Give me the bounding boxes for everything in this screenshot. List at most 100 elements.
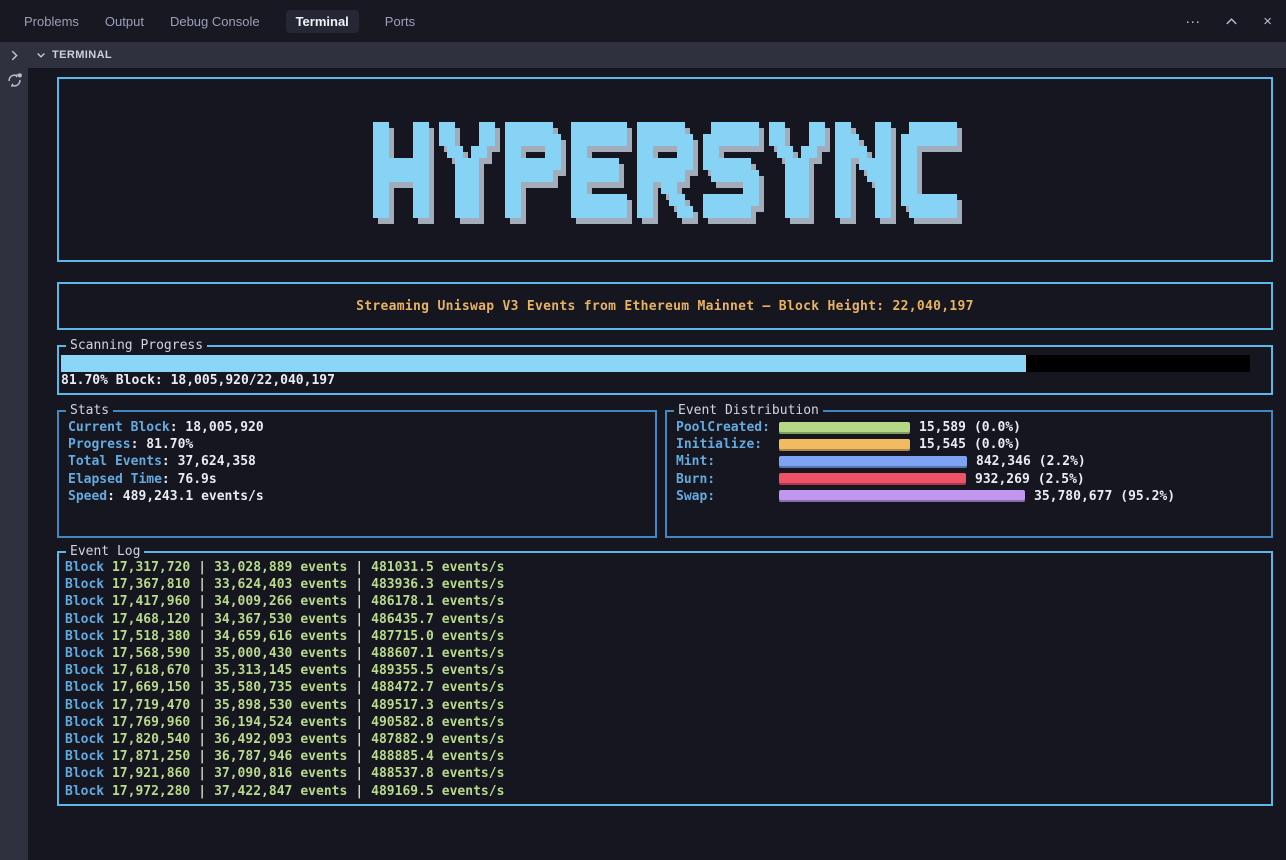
rate-suffix: events/s: [442, 698, 505, 713]
chevron-right-icon[interactable]: [7, 48, 21, 63]
more-actions-icon[interactable]: ···: [1185, 14, 1200, 29]
panel-title: Event Distribution: [674, 402, 823, 420]
event-percent: (0.0%): [974, 437, 1021, 452]
distribution-row: Mint: 842,346 (2.2%): [676, 453, 1263, 470]
events-count: 34,009,266: [214, 594, 292, 609]
event-percent: (0.0%): [974, 420, 1021, 435]
event-distribution-panel: Event Distribution PoolCreated: 15,589 (…: [665, 410, 1273, 538]
stat-value: 489,243.1 events/s: [107, 489, 264, 504]
events-count: 36,787,946: [214, 749, 292, 764]
block-number: 17,769,960: [112, 715, 190, 730]
stat-row: Elapsed Time76.9s: [68, 471, 647, 488]
panel-title: Stats: [66, 402, 113, 420]
separator: |: [198, 680, 206, 695]
rate-suffix: events/s: [442, 749, 505, 764]
rate-value: 487715.0: [371, 629, 434, 644]
close-panel-icon[interactable]: ×: [1263, 14, 1272, 29]
separator: |: [355, 629, 363, 644]
panel-tab[interactable]: Output: [105, 10, 144, 33]
separator: |: [355, 663, 363, 678]
panel-tab[interactable]: Ports: [385, 10, 415, 33]
hypersync-ascii-banner: [373, 122, 957, 218]
events-count: 35,580,735: [214, 680, 292, 695]
events-suffix: events: [300, 646, 347, 661]
block-label: Block: [65, 612, 112, 627]
block-label: Block: [65, 715, 112, 730]
stat-value: 37,624,358: [162, 454, 256, 469]
separator: |: [198, 560, 206, 575]
separator: |: [198, 594, 206, 609]
panel-tab[interactable]: Terminal: [286, 10, 359, 33]
rate-suffix: events/s: [442, 560, 505, 575]
events-suffix: events: [300, 698, 347, 713]
events-suffix: events: [300, 680, 347, 695]
events-suffix: events: [300, 577, 347, 592]
progress-bar-fill: [61, 355, 1026, 372]
event-log-rows: Block 17,317,720|33,028,889events|481031…: [65, 559, 1263, 800]
events-suffix: events: [300, 663, 347, 678]
sync-icon[interactable]: [6, 72, 23, 89]
events-suffix: events: [300, 784, 347, 799]
stat-row: Total Events37,624,358: [68, 453, 647, 470]
stream-subtitle: Streaming Uniswap V3 Events from Ethereu…: [356, 299, 974, 314]
stats-panel: Stats Current Block18,005,920 Progress81…: [57, 410, 657, 538]
event-log-row: Block 17,820,540|36,492,093events|487882…: [65, 731, 1263, 748]
terminal-viewport[interactable]: Streaming Uniswap V3 Events from Ethereu…: [28, 68, 1286, 860]
block-number: 17,618,670: [112, 663, 190, 678]
rate-suffix: events/s: [442, 732, 505, 747]
event-type-label: PoolCreated:: [676, 420, 779, 435]
event-count: 15,545: [919, 437, 966, 452]
separator: |: [198, 784, 206, 799]
block-label: Block: [65, 784, 112, 799]
rate-suffix: events/s: [442, 612, 505, 627]
rate-suffix: events/s: [442, 766, 505, 781]
distribution-bar: [779, 456, 967, 468]
events-count: 34,367,530: [214, 612, 292, 627]
terminal-section-label: TERMINAL: [52, 49, 112, 61]
events-count: 34,659,616: [214, 629, 292, 644]
distribution-row: Burn: 932,269 (2.5%): [676, 471, 1263, 488]
panel-tab[interactable]: Problems: [24, 10, 79, 33]
rate-suffix: events/s: [442, 715, 505, 730]
panel-controls: ··· ×: [1185, 14, 1272, 29]
rate-suffix: events/s: [442, 784, 505, 799]
block-number: 17,669,150: [112, 680, 190, 695]
rate-suffix: events/s: [442, 594, 505, 609]
events-count: 36,492,093: [214, 732, 292, 747]
block-number: 17,417,960: [112, 594, 190, 609]
maximize-panel-icon[interactable]: [1224, 14, 1239, 29]
separator: |: [355, 680, 363, 695]
stat-value: 81.70%: [131, 437, 194, 452]
panel-tabbar: Problems Output Debug Console Terminal P…: [0, 0, 1286, 42]
rate-suffix: events/s: [442, 680, 505, 695]
panel-title: Event Log: [66, 543, 144, 561]
separator: |: [355, 646, 363, 661]
chevron-down-icon: [35, 49, 47, 61]
event-type-label: Swap:: [676, 489, 779, 504]
panel-tab[interactable]: Debug Console: [170, 10, 260, 33]
event-log-row: Block 17,769,960|36,194,524events|490582…: [65, 714, 1263, 731]
events-suffix: events: [300, 594, 347, 609]
separator: |: [355, 594, 363, 609]
rate-suffix: events/s: [442, 629, 505, 644]
rate-value: 490582.8: [371, 715, 434, 730]
block-number: 17,820,540: [112, 732, 190, 747]
events-count: 35,000,430: [214, 646, 292, 661]
separator: |: [355, 698, 363, 713]
rate-value: 481031.5: [371, 560, 434, 575]
panel-side-rail: [0, 42, 28, 860]
rate-value: 487882.9: [371, 732, 434, 747]
separator: |: [355, 784, 363, 799]
event-count: 932,269: [975, 472, 1030, 487]
rate-suffix: events/s: [442, 646, 505, 661]
separator: |: [198, 715, 206, 730]
event-log-row: Block 17,417,960|34,009,266events|486178…: [65, 593, 1263, 610]
separator: |: [198, 577, 206, 592]
block-number: 17,518,380: [112, 629, 190, 644]
progress-bar-track: [61, 355, 1250, 372]
terminal-section-header[interactable]: TERMINAL: [28, 42, 1286, 68]
events-count: 37,422,847: [214, 784, 292, 799]
rate-value: 488885.4: [371, 749, 434, 764]
rate-value: 489517.3: [371, 698, 434, 713]
separator: |: [355, 612, 363, 627]
